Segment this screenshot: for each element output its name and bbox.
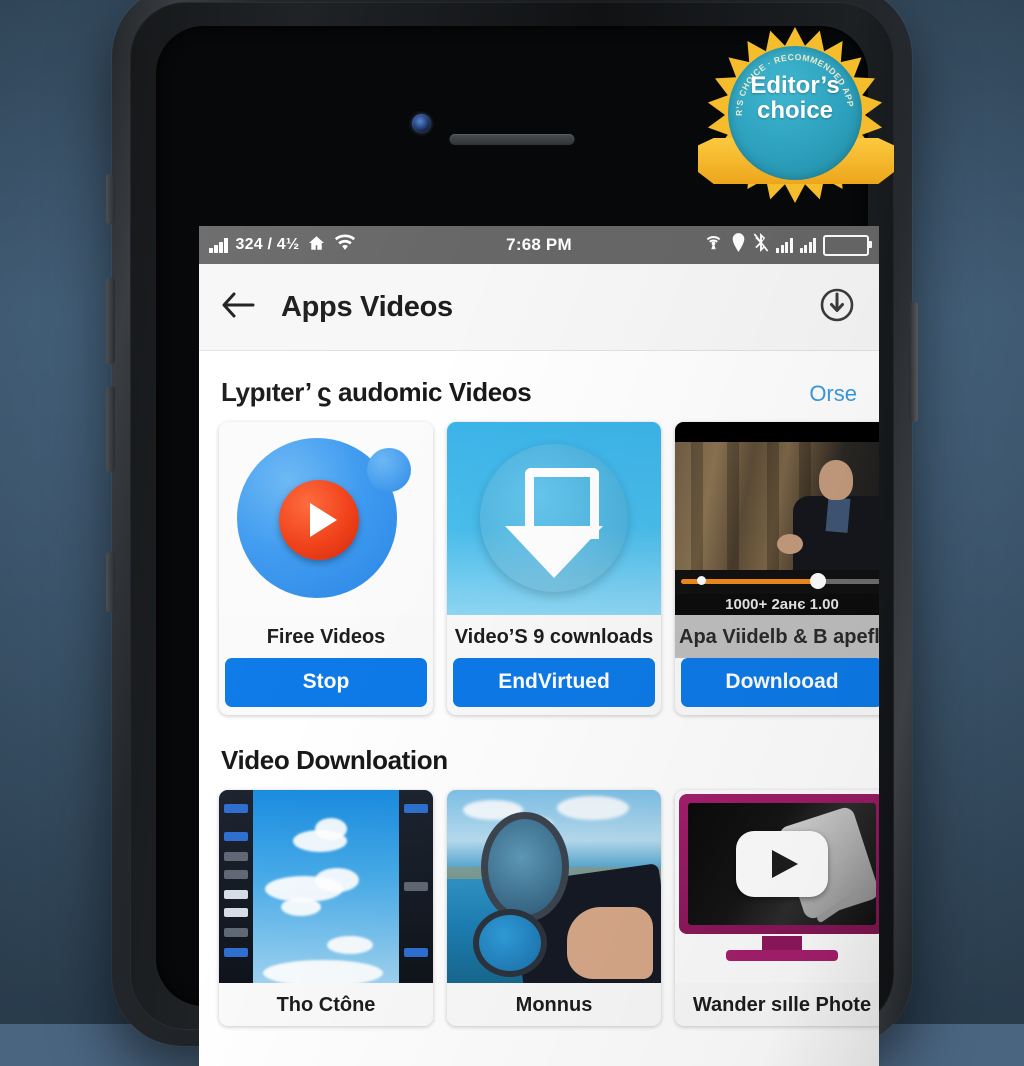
back-arrow-icon[interactable] <box>221 292 255 323</box>
video-progress-bar[interactable] <box>675 570 879 594</box>
status-data-text: 324 / 4½ <box>235 236 300 253</box>
download-arrow-app-icon <box>447 422 661 615</box>
editors-choice-badge: ★ EDITOR’S CHOICE · RECOMMENDED APP AWAR… <box>698 26 894 204</box>
bluetooth-off-icon <box>753 233 769 257</box>
phone-volume-down-button[interactable] <box>106 386 115 472</box>
status-clock: 7:68 PM <box>506 235 572 254</box>
front-camera <box>412 114 431 133</box>
home-icon <box>307 234 326 257</box>
content-area: Lypıter’ ϛ audomic Videos Orse Firee Vid… <box>199 351 879 1066</box>
download-power-icon[interactable] <box>817 285 857 330</box>
section-title: Video Downloation <box>221 745 448 775</box>
app-card-action-button[interactable]: Downlooad <box>681 658 879 707</box>
video-thumbnail[interactable]: 1000+ 2анє 1.00 <box>675 422 879 615</box>
phone-volume-up-button[interactable] <box>106 278 115 364</box>
section-more-link[interactable]: Orse <box>809 381 857 407</box>
monitor-play-thumbnail <box>675 790 879 983</box>
section-header-1: Lypıter’ ϛ audomic Videos Orse <box>199 351 879 422</box>
signal-bars-icon <box>209 237 228 253</box>
app-card-label: Video’S 9 cownloads <box>454 626 654 648</box>
video-buffer-handle <box>696 576 706 585</box>
app-card-action-button[interactable]: EndVirtued <box>453 658 655 707</box>
app-card-label: Tho Ctône <box>276 994 376 1016</box>
app-card-label: Monnus <box>515 994 593 1016</box>
app-card-row-1: Firee Videos Stop Video’S 9 cownloads En… <box>199 422 879 715</box>
wifi-icon <box>334 234 356 256</box>
badge-line-2: choice <box>756 96 834 124</box>
section-title: Lypıter’ ϛ audomic Videos <box>221 377 532 407</box>
phone-screen: 324 / 4½ 7:68 PM Apps Videos Lypıter’ ϛ … <box>199 226 879 1066</box>
app-card[interactable]: 1000+ 2анє 1.00 Apa Viidelb & B apeflen … <box>675 422 879 715</box>
phone-side-button[interactable] <box>106 174 115 224</box>
app-card[interactable]: Video’S 9 cownloads EndVirtued <box>447 422 661 715</box>
app-card[interactable]: Wander sılle Phote <box>675 790 879 1026</box>
signal-bars-icon <box>776 237 793 253</box>
app-card-label: Firee Videos <box>266 626 386 648</box>
app-card-label: Wander sılle Phote <box>692 994 872 1016</box>
signal-bars-icon <box>799 237 816 253</box>
app-card[interactable]: Tho Ctône <box>219 790 433 1026</box>
location-pin-icon <box>731 233 746 257</box>
seaside-binoculars-thumbnail <box>447 790 661 983</box>
app-bar: Apps Videos <box>199 264 879 351</box>
video-still <box>675 442 879 570</box>
play-circle-app-icon <box>219 422 433 615</box>
app-card-label: Apa Viidelb & B apeflen <box>675 615 879 658</box>
wifi-tether-icon <box>703 234 724 256</box>
battery-icon <box>823 234 872 256</box>
badge-text: Editor’s choice <box>706 72 884 124</box>
app-card[interactable]: Monnus <box>447 790 661 1026</box>
app-card-action-button[interactable]: Stop <box>225 658 427 707</box>
status-bar: 324 / 4½ 7:68 PM <box>199 226 879 264</box>
phone-side-button-lower[interactable] <box>106 552 115 612</box>
badge-line-1: Editor’s <box>750 72 840 99</box>
sky-clouds-thumbnail <box>219 790 433 983</box>
app-card-row-2: Tho Ctône Monnus Wander sılle Phote <box>199 790 879 1026</box>
video-scrubber-handle[interactable] <box>810 572 827 589</box>
page-title: Apps Videos <box>281 290 453 323</box>
earpiece-speaker <box>449 134 575 145</box>
app-card[interactable]: Firee Videos Stop <box>219 422 433 715</box>
section-header-2: Video Downloation <box>199 715 879 790</box>
phone-power-button[interactable] <box>909 302 918 422</box>
video-meta-text: 1000+ 2анє 1.00 <box>675 594 879 613</box>
